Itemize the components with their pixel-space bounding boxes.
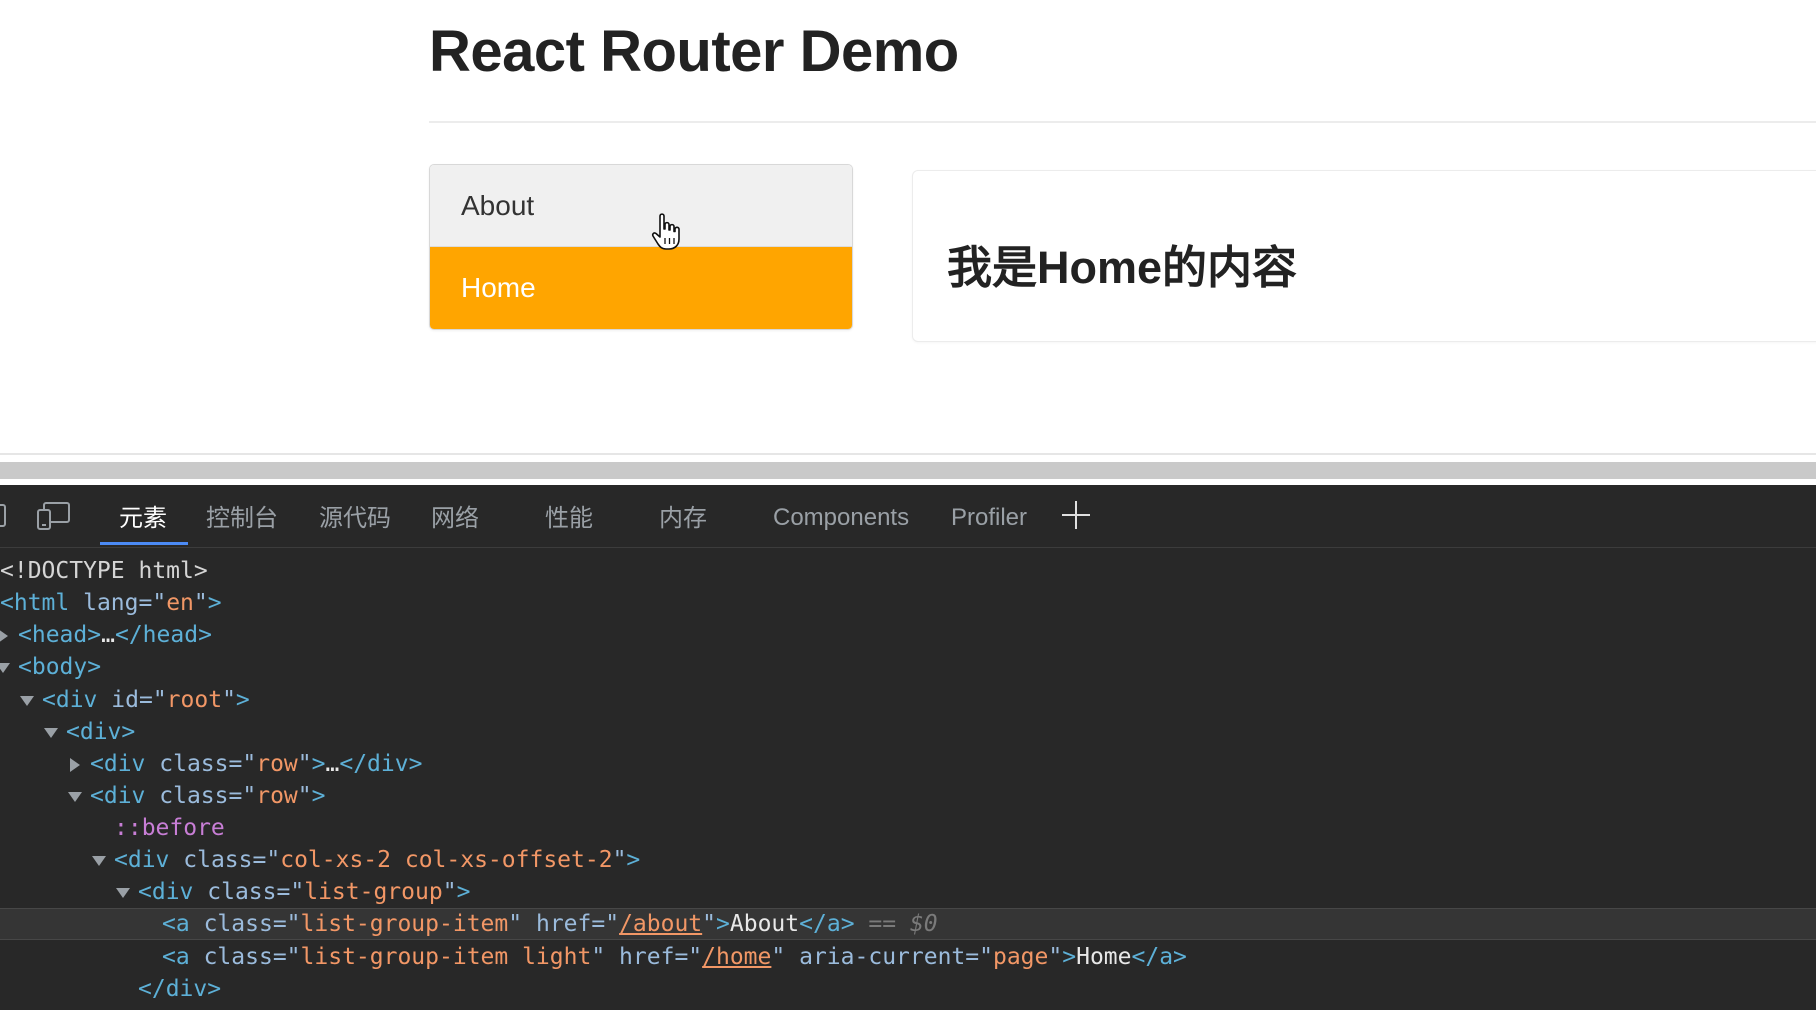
dom-node-list-group-close[interactable]: </div> [138,973,1816,1005]
dom-node-row-expanded[interactable]: <div class="row"> [68,780,1816,812]
page-title: React Router Demo [429,19,959,84]
selected-node-marker: == $0 [868,911,938,937]
nav-link-home[interactable]: Home [430,247,852,329]
dom-node-root[interactable]: <div id="root"> [20,684,1816,716]
content-panel: 我是Home的内容 [912,170,1816,342]
dom-node-row-collapsed[interactable]: <div class="row">…</div> [70,748,1816,780]
tab-performance[interactable]: 性能 [545,485,593,545]
about-href-link[interactable]: /about [619,911,702,937]
active-tab-indicator [100,542,188,545]
inspect-icon[interactable] [0,503,8,529]
device-toggle-icon[interactable] [36,501,72,531]
page-bottom-divider [0,453,1816,455]
dom-node-list-group[interactable]: <div class="list-group"> [116,876,1816,908]
expand-arrow-icon[interactable] [0,628,8,643]
content-heading: 我是Home的内容 [947,242,1298,293]
nav-link-about[interactable]: About [430,165,852,247]
hand-pointer-cursor-icon [651,213,680,250]
expand-arrow-icon[interactable] [70,757,80,772]
home-href-link[interactable]: /home [702,944,771,970]
dom-node-head[interactable]: <head>…</head> [0,619,1816,651]
collapse-arrow-icon[interactable] [44,727,58,738]
tab-memory[interactable]: 内存 [659,485,707,545]
dom-node-about-link[interactable]: <a class="list-group-item" href="/about"… [0,908,1816,940]
devtools-resize-handle[interactable] [0,462,1816,479]
nav-list-group: About Home [429,164,853,330]
dom-tree: <!DOCTYPE html> <html lang="en"> <head>…… [0,547,1816,1010]
add-tab-icon[interactable] [1060,499,1092,531]
collapse-arrow-icon[interactable] [20,695,34,706]
tab-network[interactable]: 网络 [431,485,479,545]
tab-console[interactable]: 控制台 [206,485,278,545]
dom-node-col[interactable]: <div class="col-xs-2 col-xs-offset-2"> [92,844,1816,876]
tab-components[interactable]: Components [773,485,909,545]
tab-profiler[interactable]: Profiler [951,485,1027,545]
dom-node-doctype[interactable]: <!DOCTYPE html> [0,555,1816,587]
collapse-arrow-icon[interactable] [0,662,10,673]
dom-node-html[interactable]: <html lang="en"> [0,587,1816,619]
devtools-toolbar: 元素 控制台 源代码 网络 性能 内存 Components Profiler [0,485,1816,548]
page-viewport: React Router Demo About Home 我是Home的内容 [0,0,1816,462]
tab-elements[interactable]: 元素 [119,485,167,545]
title-divider [429,121,1816,123]
tab-sources[interactable]: 源代码 [319,485,391,545]
collapse-arrow-icon[interactable] [92,855,106,866]
collapse-arrow-icon[interactable] [116,887,130,898]
dom-node-home-link[interactable]: <a class="list-group-item light" href="/… [0,941,1816,973]
dom-node-body[interactable]: <body> [0,651,1816,683]
dom-node-before-pseudo[interactable]: ::before [114,812,1816,844]
collapse-arrow-icon[interactable] [68,791,82,802]
devtools-panel: 元素 控制台 源代码 网络 性能 内存 Components Profiler … [0,485,1816,1010]
dom-node-div[interactable]: <div> [44,716,1816,748]
